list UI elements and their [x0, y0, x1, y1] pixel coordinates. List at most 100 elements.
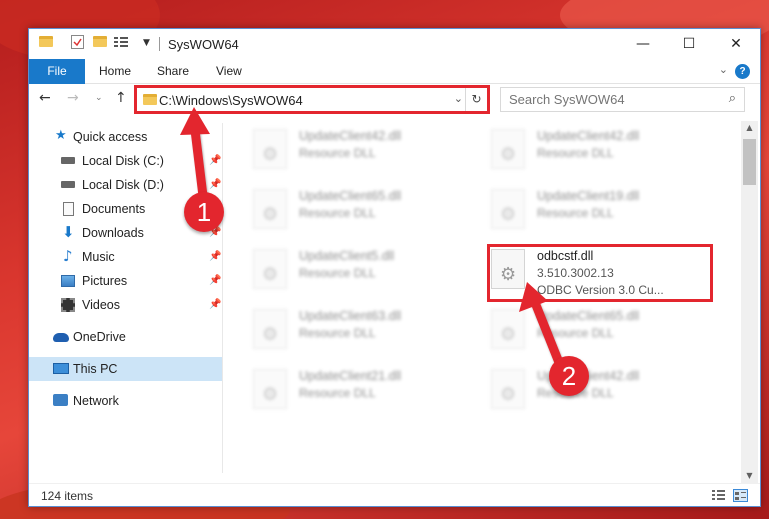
- file-description: Resource DLL: [299, 266, 376, 280]
- file-name: UpdateClient21.dll: [299, 369, 402, 383]
- sidebar-item-label: Music: [82, 250, 115, 264]
- drive-icon: [61, 181, 75, 188]
- list-item[interactable]: ⚙ UpdateClient42.dll Resource DLL: [249, 123, 469, 175]
- pin-icon[interactable]: 📌: [209, 149, 221, 173]
- step-badge-1: 1: [184, 192, 224, 232]
- list-item[interactable]: ⚙ UpdateClient63.dll Resource DLL: [249, 303, 469, 355]
- videos-icon: [61, 298, 75, 312]
- sidebar-item-onedrive[interactable]: OneDrive: [29, 325, 222, 349]
- tiles-view-icon[interactable]: [733, 489, 748, 502]
- drive-icon: [61, 157, 75, 164]
- step-badge-2: 2: [549, 356, 589, 396]
- sidebar-item-label: Documents: [82, 202, 146, 216]
- list-item[interactable]: ⚙ UpdateClient65.dll Resource DLL: [249, 183, 469, 235]
- address-highlight-box: [134, 85, 490, 114]
- sidebar-item-this-pc[interactable]: This PC: [29, 357, 222, 381]
- list-item[interactable]: ⚙ UpdateClient19.dll Resource DLL: [487, 183, 707, 235]
- details-view-icon[interactable]: [712, 490, 725, 501]
- properties-icon[interactable]: [71, 35, 84, 49]
- gear-icon: ⚙: [262, 264, 279, 285]
- dll-file-icon: ⚙: [253, 189, 287, 229]
- sidebar-item-local-disk-d[interactable]: Local Disk (D:) 📌: [29, 173, 222, 197]
- sidebar-item-label: Quick access: [73, 130, 148, 144]
- file-description: Resource DLL: [299, 386, 376, 400]
- scroll-down-icon[interactable]: ▼: [741, 469, 758, 483]
- sidebar-item-network[interactable]: Network: [29, 389, 222, 413]
- gear-icon: ⚙: [500, 204, 517, 225]
- pictures-icon: [61, 275, 75, 287]
- tab-share[interactable]: Share: [157, 59, 189, 84]
- navigation-bar: ← → ⌄ ↑ C:\Windows\SysWOW64 ⌄ ↻ ⌕: [29, 85, 760, 115]
- list-item[interactable]: ⚙ UpdateClient21.dll Resource DLL: [249, 363, 469, 415]
- list-item[interactable]: ⚙ UpdateClient65.dll Resource DLL: [487, 303, 707, 355]
- list-item[interactable]: ⚙ UpdateClient5.dll Resource DLL: [249, 243, 469, 295]
- file-highlight-box: [487, 244, 713, 302]
- sidebar-item-label: Network: [73, 394, 119, 408]
- minimize-button[interactable]: —: [620, 29, 666, 59]
- dll-file-icon: ⚙: [253, 369, 287, 409]
- sidebar-item-local-disk-c[interactable]: Local Disk (C:) 📌: [29, 149, 222, 173]
- up-arrow-icon[interactable]: ↑: [115, 90, 127, 106]
- pane-divider: [222, 123, 223, 473]
- navigation-pane: ★ Quick access Local Disk (C:) 📌 Local D…: [29, 123, 222, 473]
- ribbon-tabs: File Home Share View ⌄ ?: [29, 59, 760, 84]
- folder-icon: [39, 36, 53, 47]
- file-description: Resource DLL: [537, 146, 614, 160]
- new-folder-icon[interactable]: [93, 36, 107, 47]
- file-description: Resource DLL: [537, 206, 614, 220]
- file-name: UpdateClient5.dll: [299, 249, 395, 263]
- gear-icon: ⚙: [500, 384, 517, 405]
- pc-icon: [53, 363, 69, 374]
- tab-view[interactable]: View: [216, 59, 242, 84]
- back-arrow-icon[interactable]: ←: [39, 90, 51, 106]
- explorer-window: ▼ SysWOW64 — ☐ ✕ File Home Share View ⌄ …: [28, 28, 761, 507]
- gear-icon: ⚙: [500, 324, 517, 345]
- file-name: UpdateClient65.dll: [299, 189, 402, 203]
- status-bar: 124 items: [29, 483, 760, 507]
- file-name: UpdateClient19.dll: [537, 189, 640, 203]
- search-input[interactable]: [501, 88, 701, 111]
- sidebar-item-videos[interactable]: Videos 📌: [29, 293, 222, 317]
- file-name: UpdateClient42.dll: [537, 129, 640, 143]
- close-button[interactable]: ✕: [713, 29, 759, 59]
- maximize-button[interactable]: ☐: [666, 29, 712, 59]
- tab-home[interactable]: Home: [99, 59, 131, 84]
- recent-locations-icon[interactable]: ⌄: [95, 93, 103, 103]
- documents-icon: [63, 202, 74, 216]
- gear-icon: ⚙: [262, 384, 279, 405]
- pin-icon[interactable]: 📌: [209, 245, 221, 269]
- search-box[interactable]: ⌕: [500, 87, 745, 112]
- pin-icon[interactable]: 📌: [209, 293, 221, 317]
- dll-file-icon: ⚙: [491, 369, 525, 409]
- search-icon: ⌕: [728, 91, 736, 106]
- customize-toolbar-icon[interactable]: ▼: [143, 38, 150, 48]
- gear-icon: ⚙: [262, 204, 279, 225]
- file-description: Resource DLL: [299, 326, 376, 340]
- sidebar-item-label: OneDrive: [73, 330, 126, 344]
- sidebar-item-pictures[interactable]: Pictures 📌: [29, 269, 222, 293]
- scroll-up-icon[interactable]: ▲: [741, 121, 758, 135]
- dll-file-icon: ⚙: [253, 129, 287, 169]
- vertical-scrollbar[interactable]: ▲ ▼: [741, 121, 758, 483]
- help-icon[interactable]: ?: [735, 64, 750, 79]
- file-description: Resource DLL: [299, 146, 376, 160]
- list-item[interactable]: ⚙ UpdateClient42.dll Resource DLL: [487, 363, 707, 415]
- pin-icon[interactable]: 📌: [209, 269, 221, 293]
- chevron-down-icon[interactable]: ⌄: [719, 63, 728, 76]
- gear-icon: ⚙: [500, 144, 517, 165]
- sidebar-item-quick-access[interactable]: ★ Quick access: [29, 125, 222, 149]
- scrollbar-thumb[interactable]: [743, 139, 756, 185]
- forward-arrow-icon[interactable]: →: [67, 90, 79, 106]
- music-icon: ♪: [63, 247, 73, 265]
- list-item[interactable]: ⚙ UpdateClient42.dll Resource DLL: [487, 123, 707, 175]
- sidebar-item-label: Pictures: [82, 274, 128, 288]
- dll-file-icon: ⚙: [253, 249, 287, 289]
- tab-file[interactable]: File: [29, 59, 85, 84]
- onedrive-icon: [53, 333, 69, 342]
- sidebar-item-label: This PC: [73, 362, 118, 376]
- sidebar-item-music[interactable]: ♪ Music 📌: [29, 245, 222, 269]
- view-options-icon[interactable]: [114, 36, 128, 48]
- sidebar-item-label: Local Disk (C:): [82, 154, 164, 168]
- title-separator: [159, 37, 160, 51]
- dll-file-icon: ⚙: [491, 309, 525, 349]
